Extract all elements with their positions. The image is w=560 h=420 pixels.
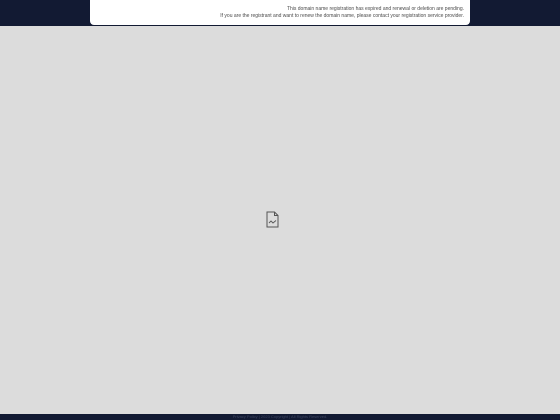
footer: Privacy Policy | 2023 Copyright | All Ri…	[0, 414, 560, 420]
expiry-notice-line-2: If you are the registrant and want to re…	[220, 13, 464, 19]
top-bar: This domain name registration has expire…	[0, 0, 560, 26]
broken-image-icon	[266, 211, 279, 228]
expiry-notice-card: This domain name registration has expire…	[90, 0, 470, 25]
footer-separator: |	[258, 414, 260, 419]
content-area	[0, 26, 560, 414]
expiry-notice-line-1: This domain name registration has expire…	[286, 6, 464, 12]
privacy-policy-link[interactable]: Privacy Policy	[233, 414, 258, 419]
copyright-text: 2023 Copyright | All Rights Reserved.	[260, 414, 328, 419]
page: This domain name registration has expire…	[0, 0, 560, 420]
